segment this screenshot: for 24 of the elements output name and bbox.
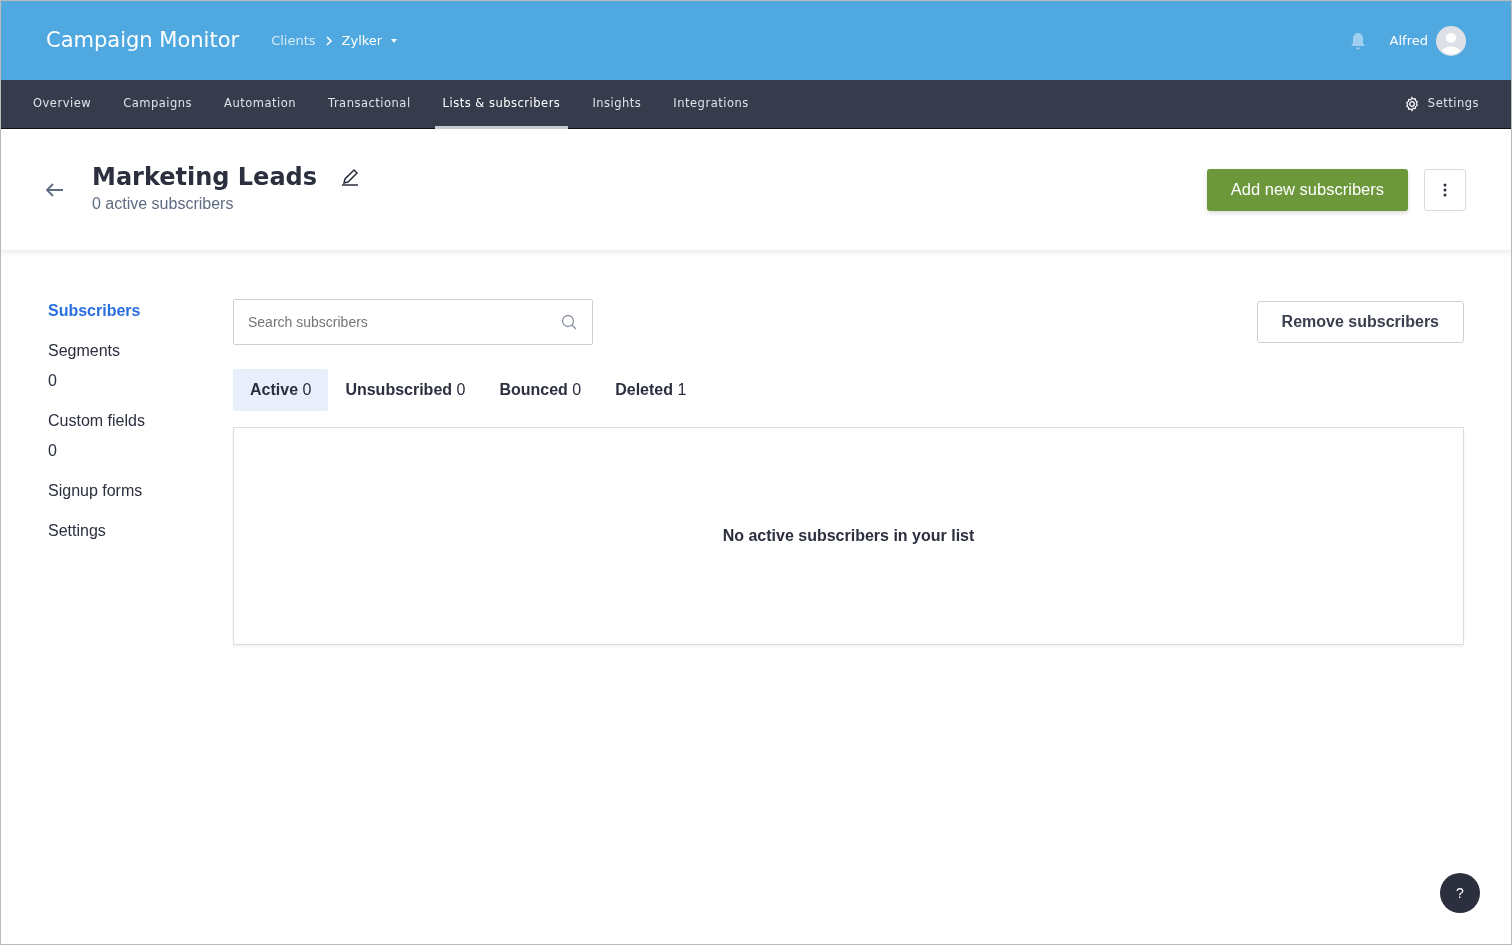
nav-tab[interactable]: Campaigns [115,79,201,129]
sidebar-item[interactable]: Subscribers [48,299,233,323]
sidebar-item[interactable]: Custom fields 0 [48,409,233,463]
nav-tab[interactable]: Transactional [320,79,419,129]
filter-tab[interactable]: Deleted 1 [598,369,704,411]
help-button[interactable]: ? [1440,873,1480,913]
nav-tab[interactable]: Insights [584,79,650,129]
settings-link[interactable]: Settings [1395,79,1487,129]
filter-tab[interactable]: Active 0 [233,369,329,411]
filter-tab[interactable]: Unsubscribed 0 [328,369,483,411]
nav-tab[interactable]: Automation [216,79,305,129]
empty-message: No active subscribers in your list [722,526,975,546]
subscriber-count: 0 active subscribers [92,193,235,214]
remove-subscribers-button[interactable]: Remove subscribers [1256,301,1464,343]
sidebar-item[interactable]: Settings [48,519,233,543]
list-title: Marketing Leads [92,163,318,192]
filter-tab[interactable]: Bounced 0 [482,369,599,411]
sidebar-item[interactable]: Signup forms [48,479,233,503]
nav-tab[interactable]: Lists & subscribers [434,79,569,129]
app-title: Campaign Monitor [46,26,240,54]
sidebar-item[interactable]: Segments 0 [48,339,233,393]
nav-tab[interactable]: Overview [25,79,100,129]
search-field[interactable]: Search subscribers [233,299,593,345]
nav-tab[interactable]: Integrations [665,79,757,129]
